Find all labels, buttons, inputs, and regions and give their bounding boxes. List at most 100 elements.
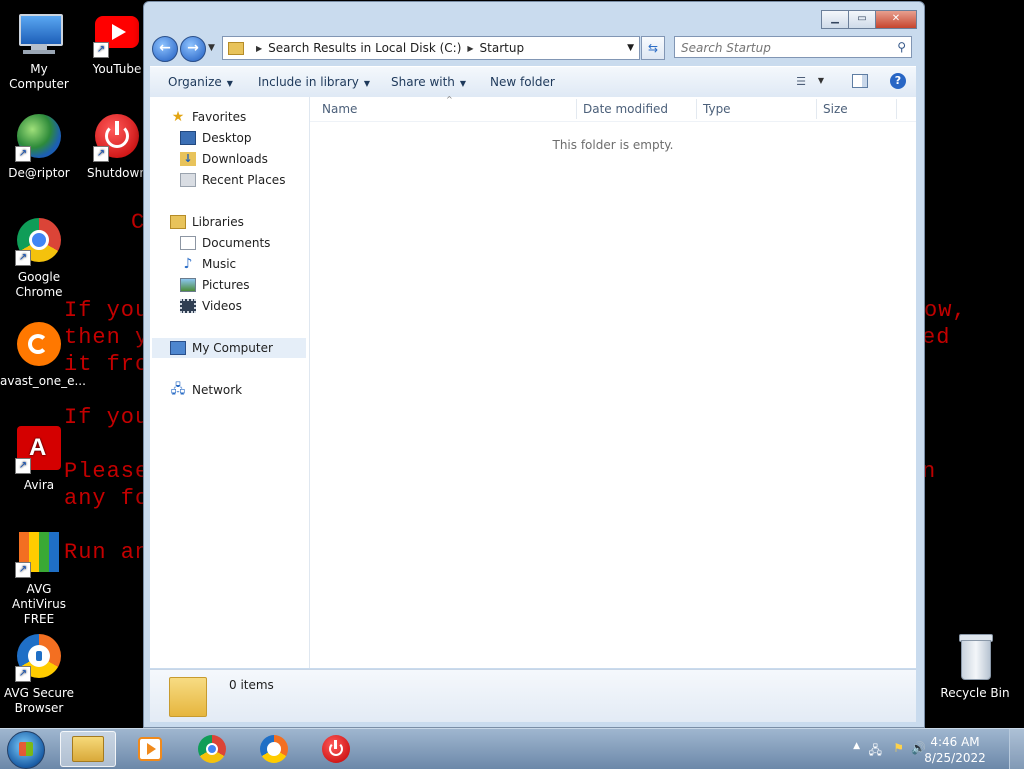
show-hidden-icons-button[interactable]: ▲ (853, 741, 860, 751)
taskbar-avg-browser[interactable] (246, 731, 302, 767)
chrome-icon (198, 735, 226, 763)
column-divider[interactable] (576, 99, 577, 119)
desktop-icon-label: Recycle Bin (940, 686, 1010, 700)
breadcrumb-item[interactable]: Startup (480, 41, 525, 55)
column-headers: ^ Name Date modified Type Size (310, 95, 916, 122)
taskbar-shutdown[interactable] (308, 731, 364, 767)
nav-desktop[interactable]: Desktop (180, 128, 252, 148)
nav-network[interactable]: 🖧 Network (170, 380, 242, 400)
nav-downloads[interactable]: ↓ Downloads (180, 149, 268, 169)
desktop-icon-avira[interactable]: A ↗ Avira (0, 426, 78, 493)
nav-music[interactable]: ♪ Music (180, 254, 237, 274)
organize-label: Organize (168, 75, 222, 89)
search-input[interactable] (681, 41, 881, 55)
shortcut-arrow-icon: ↗ (15, 562, 31, 578)
power-icon (322, 735, 350, 763)
refresh-button[interactable]: ⇆ (641, 36, 665, 60)
desktop-icon-label: YouTube (92, 62, 142, 76)
desktop-icon-avg-secure-browser[interactable]: ↗ AVG Secure Browser (0, 634, 78, 716)
nav-recent-places[interactable]: Recent Places (180, 170, 285, 190)
forward-button[interactable]: → (180, 36, 206, 62)
close-button[interactable]: ✕ (875, 10, 917, 29)
address-bar[interactable]: ▶ Search Results in Local Disk (C:) ▶ St… (222, 36, 640, 60)
share-with-button[interactable]: Share with ▼ (391, 75, 466, 89)
nav-videos[interactable]: Videos (180, 296, 242, 316)
avg-browser-icon: ↗ (15, 634, 63, 682)
organize-button[interactable]: Organize ▼ (168, 75, 233, 89)
shortcut-arrow-icon: ↗ (15, 458, 31, 474)
column-date-modified[interactable]: Date modified (583, 102, 668, 116)
documents-icon (180, 236, 196, 250)
desktop-icon-label: avast_one_e... (0, 374, 86, 388)
globe-icon: ↗ (15, 114, 63, 162)
search-icon[interactable]: ⚲ (897, 40, 906, 54)
shortcut-arrow-icon: ↗ (93, 146, 109, 162)
network-tray-icon[interactable]: 🖧 (869, 741, 882, 762)
search-box[interactable]: ⚲ (674, 36, 912, 58)
desktop-icon-avg-antivirus[interactable]: ↗ AVG AntiVirus FREE (0, 530, 78, 627)
column-divider[interactable] (696, 99, 697, 119)
show-desktop-button[interactable] (1009, 729, 1024, 769)
nav-my-computer[interactable]: My Computer (152, 338, 306, 358)
network-icon: 🖧 (170, 382, 186, 397)
desktop-icon-recycle-bin[interactable]: Recycle Bin (936, 634, 1014, 701)
nav-pictures[interactable]: Pictures (180, 275, 250, 295)
star-icon: ★ (171, 109, 185, 125)
desktop-icon-avast[interactable]: avast_one_e... (0, 322, 86, 389)
item-count: 0 items (229, 678, 274, 692)
minimize-button[interactable]: ▁ (821, 10, 849, 29)
view-options-dropdown[interactable]: ▼ (818, 76, 824, 85)
chevron-down-icon: ▼ (226, 79, 233, 88)
preview-pane-icon[interactable] (852, 74, 868, 88)
back-button[interactable]: ← (152, 36, 178, 62)
maximize-button[interactable]: ▭ (848, 10, 876, 29)
recent-pages-dropdown[interactable]: ▼ (208, 43, 215, 53)
chrome-icon: ↗ (15, 218, 63, 266)
clock-time: 4:46 AM (930, 735, 980, 749)
taskbar: ▲ 🖧 ⚑ 🔊 4:46 AM 8/25/2022 (0, 728, 1024, 769)
new-folder-button[interactable]: New folder (490, 75, 555, 89)
action-center-icon[interactable]: ⚑ (893, 741, 904, 755)
explorer-window: ▁ ▭ ✕ ← → ▼ ▶ Search Results in Local Di… (143, 1, 925, 728)
ransom-line: ed (922, 325, 951, 350)
address-dropdown-icon[interactable]: ▼ (627, 43, 634, 53)
nav-label: Recent Places (202, 173, 286, 187)
desktop-icon-my-computer[interactable]: My Computer (0, 10, 78, 92)
avast-icon (15, 322, 63, 370)
desktop-icon-descriptor[interactable]: ↗ De@riptor (0, 114, 78, 181)
desktop-icon (180, 131, 196, 145)
desktop-icon-label: Shutdown (87, 166, 147, 180)
chevron-right-icon: ▶ (467, 43, 474, 53)
column-size[interactable]: Size (823, 102, 848, 116)
taskbar-chrome[interactable] (184, 731, 240, 767)
folder-icon (228, 41, 244, 55)
power-icon: ↗ (93, 114, 141, 162)
nav-libraries[interactable]: Libraries (170, 212, 244, 232)
shortcut-arrow-icon: ↗ (15, 146, 31, 162)
chevron-right-icon: ▶ (256, 43, 263, 53)
column-divider[interactable] (816, 99, 817, 119)
taskbar-media-player[interactable] (122, 731, 178, 767)
clock[interactable]: 4:46 AM 8/25/2022 (920, 734, 990, 766)
change-view-icon[interactable]: ☰ (796, 75, 806, 88)
column-divider[interactable] (896, 99, 897, 119)
column-type[interactable]: Type (703, 102, 731, 116)
nav-documents[interactable]: Documents (180, 233, 270, 253)
start-button[interactable] (7, 731, 45, 769)
shortcut-arrow-icon: ↗ (93, 42, 109, 58)
desktop-icon-label: My Computer (9, 62, 69, 91)
desktop-icon-google-chrome[interactable]: ↗ Google Chrome (0, 218, 78, 300)
avg-icon: ↗ (15, 530, 63, 578)
column-name[interactable]: Name (322, 102, 357, 116)
navigation-pane: ★ Favorites Desktop ↓ Downloads Recent Pla… (150, 97, 310, 668)
taskbar-explorer[interactable] (60, 731, 116, 767)
nav-label: Downloads (202, 152, 268, 166)
nav-label: Favorites (192, 110, 247, 124)
help-icon[interactable]: ? (890, 73, 906, 89)
include-in-library-button[interactable]: Include in library ▼ (258, 75, 370, 89)
ransom-line: ow, (924, 298, 967, 323)
nav-label: My Computer (192, 341, 273, 355)
nav-favorites[interactable]: ★ Favorites (170, 107, 247, 127)
breadcrumb-item[interactable]: Search Results in Local Disk (C:) (268, 41, 461, 55)
file-list: ^ Name Date modified Type Size This fold… (310, 95, 916, 668)
